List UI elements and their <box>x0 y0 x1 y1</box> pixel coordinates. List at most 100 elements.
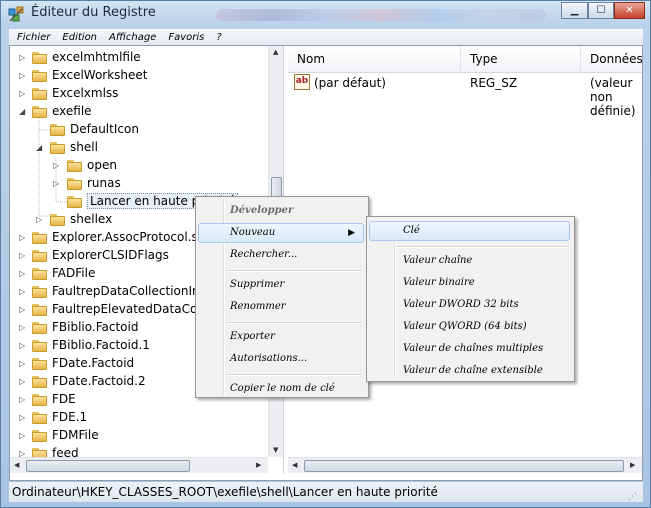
list-horizontal-scroll-thumb[interactable] <box>304 460 624 472</box>
menu-item[interactable]: Valeur de chaîne extensible <box>369 361 570 381</box>
tree-item[interactable]: ▷ excelmhtmlfile <box>10 49 275 67</box>
menu-separator <box>397 246 568 248</box>
menu-item-label: Nouveau <box>230 227 276 238</box>
tree-horizontal-scrollbar[interactable]: ◀ ▶ <box>10 457 268 473</box>
folder-icon <box>32 87 47 100</box>
tree-item-label: excelmhtmlfile <box>52 50 141 64</box>
scroll-right-arrow-icon[interactable]: ▶ <box>256 461 261 469</box>
menu-favoris[interactable]: Favoris <box>168 32 204 43</box>
scroll-left-arrow-icon[interactable]: ◀ <box>14 461 19 469</box>
expand-arrow-icon[interactable]: ▷ <box>19 395 25 404</box>
tree-item[interactable]: ▷ runas <box>10 175 275 193</box>
menu-help[interactable]: ? <box>216 32 221 43</box>
menu-item[interactable]: Valeur QWORD (64 bits) <box>369 317 570 337</box>
close-button[interactable]: ✕ <box>614 2 645 19</box>
expand-arrow-icon[interactable]: ▷ <box>36 215 42 224</box>
menu-item[interactable]: Supprimer <box>198 275 364 295</box>
folder-icon <box>32 69 47 82</box>
list-scroll-right-arrow-icon[interactable]: ▶ <box>630 461 635 469</box>
minimize-button[interactable]: ▁ <box>561 2 588 19</box>
expand-arrow-icon[interactable]: ▷ <box>19 413 25 422</box>
tree-item-label: FDE <box>52 392 76 406</box>
resize-grip-icon[interactable]: ⋰ <box>628 487 637 507</box>
status-bar: Ordinateur\HKEY_CLASSES_ROOT\exefile\she… <box>9 482 643 502</box>
menu-item[interactable]: Clé <box>369 221 570 241</box>
tree-item[interactable]: ▷ open <box>10 157 275 175</box>
list-scroll-left-arrow-icon[interactable]: ◀ <box>292 461 297 469</box>
context-menu: Développer Nouveau ▶ Rechercher... Supprimer… <box>195 196 369 398</box>
expand-arrow-icon[interactable]: ▷ <box>19 269 25 278</box>
expand-arrow-icon[interactable]: ▷ <box>19 341 25 350</box>
column-header-type[interactable]: Type <box>461 46 581 72</box>
expand-arrow-icon[interactable]: ▷ <box>19 305 25 314</box>
menu-item[interactable]: Copier le nom de clé <box>198 379 364 399</box>
list-horizontal-scrollbar[interactable]: ◀ ▶ <box>288 457 642 473</box>
expand-arrow-icon[interactable]: ▷ <box>19 89 25 98</box>
menu-item[interactable]: Exporter <box>198 327 364 347</box>
folder-icon <box>32 231 47 244</box>
expand-arrow-icon[interactable]: ▷ <box>19 233 25 242</box>
tree-item-label: FDE.1 <box>52 410 88 424</box>
menu-item-label: Autorisations... <box>230 353 308 364</box>
tree-item[interactable]: ◢ shell <box>10 139 275 157</box>
menu-item[interactable]: Renommer <box>198 297 364 317</box>
menu-item[interactable]: Valeur binaire <box>369 273 570 293</box>
menu-item[interactable]: Valeur de chaînes multiples <box>369 339 570 359</box>
menu-item[interactable]: Nouveau ▶ <box>198 223 364 243</box>
expand-arrow-icon[interactable]: ▷ <box>19 287 25 296</box>
expand-arrow-icon[interactable]: ▷ <box>19 53 25 62</box>
menu-edition[interactable]: Edition <box>62 32 97 43</box>
menu-item-label: Supprimer <box>230 279 285 290</box>
menu-item-label: Valeur chaîne <box>403 255 473 266</box>
expand-arrow-icon[interactable]: ▷ <box>19 431 25 440</box>
expand-arrow-icon[interactable]: ▷ <box>19 377 25 386</box>
tree-item-label: FADFile <box>52 266 96 280</box>
menu-item[interactable]: Autorisations... <box>198 349 364 369</box>
column-header-nom[interactable]: Nom <box>288 46 461 72</box>
folder-icon <box>32 393 47 406</box>
folder-icon <box>67 177 82 190</box>
tree-item[interactable]: DefaultIcon <box>10 121 275 139</box>
tree-item[interactable]: ▷ ExcelWorksheet <box>10 67 275 85</box>
submenu-arrow-icon: ▶ <box>348 228 355 238</box>
tree-item-label: DefaultIcon <box>70 122 139 136</box>
menu-item[interactable]: Valeur chaîne <box>369 251 570 271</box>
menu-item-label: Rechercher... <box>230 249 298 260</box>
scroll-down-arrow-icon[interactable]: ▼ <box>273 446 278 454</box>
folder-icon <box>32 429 47 442</box>
menu-affichage[interactable]: Affichage <box>109 32 156 43</box>
folder-icon <box>67 195 82 208</box>
collapse-arrow-icon[interactable]: ◢ <box>36 143 42 152</box>
menu-item[interactable]: Développer <box>198 201 364 221</box>
menu-fichier[interactable]: Fichier <box>17 32 50 43</box>
folder-icon <box>50 141 65 154</box>
string-value-icon: ab <box>294 74 310 90</box>
tree-horizontal-scroll-thumb[interactable] <box>26 460 190 472</box>
title-bar[interactable]: Éditeur du Registre ▁ ☐ ✕ <box>1 1 650 27</box>
tree-item[interactable]: ▷ FDE.1 <box>10 409 275 427</box>
expand-arrow-icon[interactable]: ▷ <box>19 71 25 80</box>
folder-icon <box>32 357 47 370</box>
list-row[interactable]: ab (par défaut) REG_SZ (valeur non défin… <box>288 73 642 118</box>
scroll-up-arrow-icon[interactable]: ▲ <box>273 48 278 56</box>
collapse-arrow-icon[interactable]: ◢ <box>19 107 25 116</box>
folder-icon <box>50 123 65 136</box>
expand-arrow-icon[interactable]: ▷ <box>19 251 25 260</box>
expand-arrow-icon[interactable]: ▷ <box>53 161 59 170</box>
maximize-button[interactable]: ☐ <box>588 2 614 19</box>
tree-item[interactable]: ◢ exefile <box>10 103 275 121</box>
expand-arrow-icon[interactable]: ▷ <box>19 323 25 332</box>
column-header-donnees[interactable]: Données <box>581 46 642 72</box>
value-name: (par défaut) <box>314 76 386 90</box>
tree-item-label: exefile <box>52 104 92 118</box>
tree-item[interactable]: ▷ Excelxmlss <box>10 85 275 103</box>
expand-arrow-icon[interactable]: ▷ <box>53 179 59 188</box>
expand-arrow-icon[interactable]: ▷ <box>19 359 25 368</box>
menu-item[interactable]: Rechercher... <box>198 245 364 265</box>
close-icon: ✕ <box>625 5 634 16</box>
tree-item-label: FDate.Factoid.2 <box>52 374 146 388</box>
tree-item[interactable]: ▷ FDMFile <box>10 427 275 445</box>
new-submenu: Clé Valeur chaîne Valeur binaire Valeur DWO… <box>366 216 575 382</box>
menu-item[interactable]: Valeur DWORD 32 bits <box>369 295 570 315</box>
folder-icon <box>32 303 47 316</box>
